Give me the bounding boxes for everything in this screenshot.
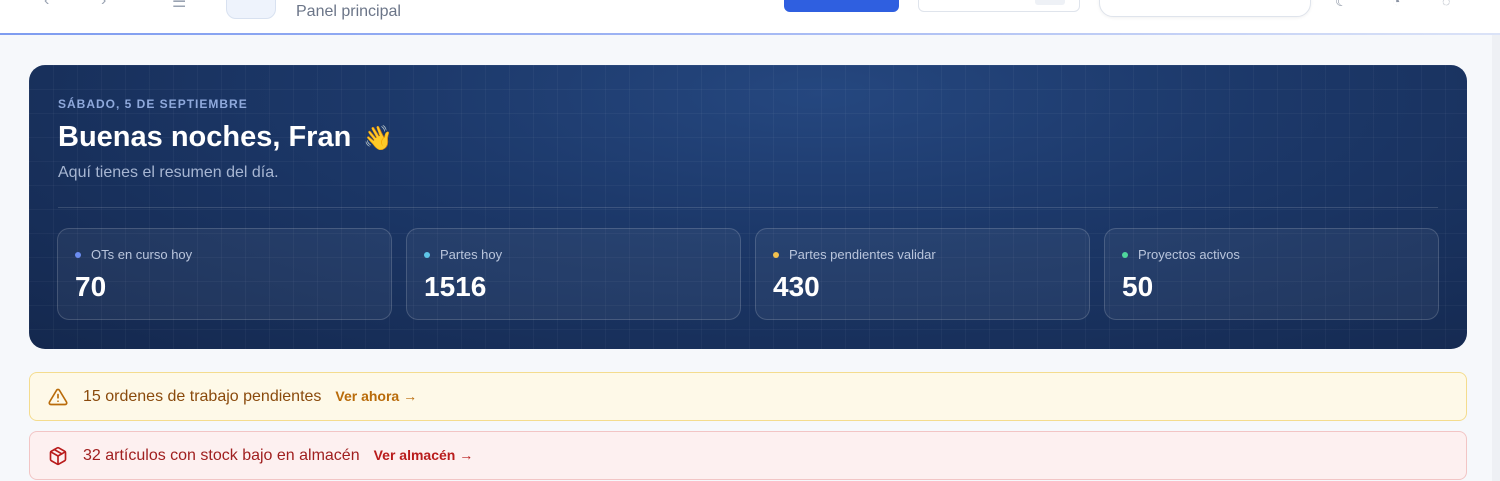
greeting-subtitle: Aquí tienes el resumen del día.: [58, 164, 279, 181]
alert-text: 15 ordenes de trabajo pendientes: [83, 388, 322, 405]
scrollbar[interactable]: [1492, 35, 1500, 481]
header-progress-line: [0, 33, 1500, 35]
stat-label: Partes hoy: [424, 247, 502, 262]
view-now-link[interactable]: Ver ahora →: [335, 388, 417, 404]
welcome-summary-card: SÁBADO, 5 DE SEPTIEMBRE Buenas noches, F…: [29, 65, 1467, 349]
shortcut-badge: [1035, 0, 1065, 5]
status-dot-icon: [75, 251, 81, 258]
settings-icon[interactable]: ◌: [1442, 0, 1450, 9]
package-box-icon: [48, 446, 68, 471]
status-dot-icon: [773, 251, 779, 258]
forward-arrow-icon[interactable]: ›: [101, 0, 106, 10]
stat-card-ots-en-curso[interactable]: OTs en curso hoy 70: [57, 228, 392, 320]
primary-action-button[interactable]: [784, 0, 899, 12]
stat-label: OTs en curso hoy: [75, 247, 192, 262]
user-menu[interactable]: [1099, 0, 1311, 17]
stat-value: 430: [773, 271, 820, 302]
stat-card-partes-hoy[interactable]: Partes hoy 1516: [406, 228, 741, 320]
stat-card-partes-pendientes[interactable]: Partes pendientes validar 430: [755, 228, 1090, 320]
moon-icon[interactable]: ☾: [1335, 0, 1348, 10]
divider: [58, 207, 1438, 208]
status-dot-icon: [424, 251, 430, 258]
pending-orders-alert: 15 ordenes de trabajo pendientes Ver ahor…: [29, 372, 1467, 421]
top-header: ‹ › ☰ Panel principal ☾ ◔ ◌: [0, 0, 1500, 35]
greeting-heading: Buenas noches, Fran 👋: [58, 121, 393, 154]
stat-value: 1516: [424, 271, 487, 302]
greeting-text: Buenas noches, Fran: [58, 121, 352, 153]
view-warehouse-link[interactable]: Ver almacén →: [374, 447, 474, 463]
stat-label: Proyectos activos: [1122, 247, 1240, 262]
bell-icon[interactable]: ◔: [1392, 0, 1400, 9]
menu-icon[interactable]: ☰: [172, 0, 186, 12]
apps-grid-button[interactable]: [226, 0, 276, 19]
back-arrow-icon[interactable]: ‹: [44, 0, 49, 10]
alert-message: 32 artículos con stock bajo en almacén Ve…: [83, 447, 473, 465]
alert-text: 32 artículos con stock bajo en almacén: [83, 447, 360, 464]
stat-card-proyectos-activos[interactable]: Proyectos activos 50: [1104, 228, 1439, 320]
stat-value: 70: [75, 271, 107, 302]
stat-label: Partes pendientes validar: [773, 247, 936, 262]
low-stock-alert: 32 artículos con stock bajo en almacén Ve…: [29, 431, 1467, 480]
status-dot-icon: [1122, 251, 1128, 258]
search-field[interactable]: [918, 0, 1080, 12]
warning-triangle-icon: [48, 387, 68, 412]
current-date: SÁBADO, 5 DE SEPTIEMBRE: [58, 97, 248, 111]
stat-value: 50: [1122, 271, 1154, 302]
waving-hand-icon: 👋: [363, 125, 394, 152]
alert-message: 15 ordenes de trabajo pendientes Ver ahor…: [83, 388, 417, 406]
breadcrumb[interactable]: Panel principal: [296, 3, 401, 21]
